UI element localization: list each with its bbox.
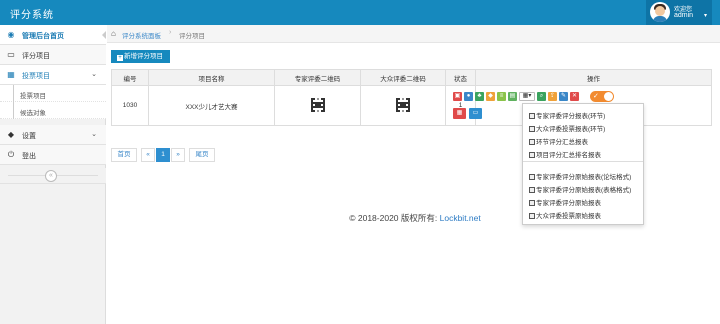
display-icon[interactable]: ▭ (469, 108, 482, 119)
table-icon (529, 200, 535, 206)
zoom-icon[interactable]: ⌕ (537, 92, 546, 101)
sidebar-item-logout[interactable]: ⏻ 登出 (0, 145, 106, 165)
col-header-expert-qr: 专家评委二维码 (274, 69, 361, 86)
chart-icon: ▦ (7, 70, 15, 79)
tag-action-icon[interactable]: ◆ (486, 92, 495, 101)
sidebar-collapse-bar: « (0, 168, 106, 184)
users-icon[interactable]: ♣ (475, 92, 484, 101)
sidebar-item-label: 管理后台首页 (22, 33, 64, 40)
col-header-id: 编号 (111, 69, 149, 86)
active-marker (102, 31, 106, 39)
page-last[interactable]: 尾页 (189, 148, 215, 162)
avatar (650, 2, 670, 22)
col-header-actions: 操作 (475, 69, 712, 86)
dropdown-divider (523, 161, 643, 162)
tag-icon: ◆ (7, 130, 15, 139)
page-current[interactable]: 1 (156, 148, 170, 162)
dashboard-icon: ◉ (7, 30, 15, 39)
add-project-button[interactable]: + 新增评分项目 (111, 50, 170, 63)
breadcrumb-home[interactable]: 评分系统面板 (122, 30, 161, 40)
chevron-down-icon: ⌄ (91, 131, 97, 138)
cell-id: 1030 (111, 85, 149, 126)
cell-name: XXX少儿才艺大赛 (148, 85, 275, 126)
power-icon: ⏻ (7, 150, 15, 159)
sidebar-item-label: 评分项目 (22, 53, 50, 60)
public-qr-code[interactable] (396, 97, 410, 112)
list-icon[interactable]: ≡ (497, 92, 506, 101)
sidebar-item-label: 设置 (22, 133, 36, 140)
expert-qr-code[interactable] (310, 97, 325, 112)
monitor-icon: ▭ (7, 50, 15, 59)
sidebar-item-settings[interactable]: ◆ 设置 ⌄ (0, 125, 106, 145)
submenu-guide-line (13, 85, 14, 119)
table-icon (529, 187, 535, 193)
status-toggle[interactable]: ✓ (590, 91, 614, 102)
collapse-sidebar-icon[interactable]: « (45, 170, 57, 182)
sidebar-item-voting[interactable]: ▦ 投票项目 ⌄ (0, 65, 106, 85)
table-icon (529, 113, 535, 119)
home-icon: ⌂ (111, 29, 116, 38)
dropdown-item[interactable]: 专家评委评分报表(环节) (529, 110, 605, 120)
dropdown-item[interactable]: 大众评委投票原始报表 (529, 210, 601, 220)
sidebar-item-label: 投票项目 (22, 73, 50, 80)
dropdown-item[interactable]: 专家评委评分原始报表 (529, 197, 601, 207)
sidebar-subitem-candidates[interactable]: 候选对象 (0, 102, 106, 119)
check-icon: ✓ (593, 93, 599, 100)
col-header-status: 状态 (445, 69, 476, 86)
user-icon[interactable]: ● (464, 92, 473, 101)
sidebar-item-home[interactable]: ◉ 管理后台首页 (0, 25, 106, 45)
sidebar: ◉ 管理后台首页 ▭ 评分项目 ▦ 投票项目 ⌄ 投票项目 候选对象 ◆ 设置 … (0, 25, 106, 324)
table-icon (529, 126, 535, 132)
cell-expert-qr (274, 85, 361, 126)
footer: © 2018-2020 版权所有: Lockbit.net (300, 212, 530, 224)
sidebar-subitem-label: 候选对象 (20, 110, 46, 117)
table-header-row: 编号 项目名称 专家评委二维码 大众评委二维码 状态 操作 (111, 69, 712, 86)
footer-copyright: © 2018-2020 版权所有: (349, 213, 438, 223)
col-header-public-qr: 大众评委二维码 (360, 69, 446, 86)
dropdown-item[interactable]: 项目评分汇总排名报表 (529, 149, 601, 159)
cell-public-qr (360, 85, 446, 126)
dropdown-item[interactable]: 大众评委投票报表(环节) (529, 123, 605, 133)
breadcrumb-separator-icon: › (169, 29, 172, 36)
plus-icon: + (117, 55, 123, 61)
user-menu[interactable]: 欢迎您 admin ▾ (646, 0, 712, 25)
page-prev[interactable]: « (141, 148, 155, 162)
dropdown-item[interactable]: 专家评委评分原始报表(表格格式) (529, 184, 631, 194)
toggle-knob (604, 92, 613, 101)
report-dropdown-menu: 专家评委评分报表(环节) 大众评委投票报表(环节) 环节评分汇总报表 项目评分汇… (522, 103, 644, 225)
share-icon[interactable]: ⇪ (548, 92, 557, 101)
page-next[interactable]: » (171, 148, 185, 162)
sidebar-subitem-label: 投票项目 (20, 93, 46, 100)
page-first[interactable]: 首页 (111, 148, 137, 162)
dropdown-item[interactable]: 环节评分汇总报表 (529, 136, 588, 146)
top-bar: 评分系统 欢迎您 admin ▾ (0, 0, 720, 25)
sidebar-item-label: 登出 (22, 153, 36, 160)
app-title: 评分系统 (10, 10, 54, 21)
grid-icon[interactable]: ▤ (508, 92, 517, 101)
add-project-label: 新增评分项目 (124, 53, 163, 60)
trash-icon[interactable]: ✕ (570, 92, 579, 101)
sidebar-subitem-voting-projects[interactable]: 投票项目 (0, 85, 106, 102)
dropdown-item[interactable]: 专家评委评分原始报表(论坛格式) (529, 171, 631, 181)
user-name: admin (674, 12, 694, 19)
breadcrumb: ⌂ 评分系统面板 › 评分项目 (107, 25, 720, 43)
report-dropdown-toggle[interactable]: ▦▾ (519, 92, 535, 101)
chevron-down-icon: ⌄ (91, 71, 97, 78)
col-header-name: 项目名称 (148, 69, 275, 86)
caret-down-icon: ▾ (704, 13, 708, 19)
table-icon (529, 174, 535, 180)
footer-link[interactable]: Lockbit.net (440, 213, 481, 223)
edit-icon[interactable]: ✎ (559, 92, 568, 101)
table-icon (529, 139, 535, 145)
sidebar-item-scoring[interactable]: ▭ 评分项目 (0, 45, 106, 65)
table-icon (529, 152, 535, 158)
calendar-icon[interactable]: ▦ (453, 108, 466, 119)
breadcrumb-current: 评分项目 (179, 33, 205, 40)
image-icon[interactable]: ▣ (453, 92, 462, 101)
